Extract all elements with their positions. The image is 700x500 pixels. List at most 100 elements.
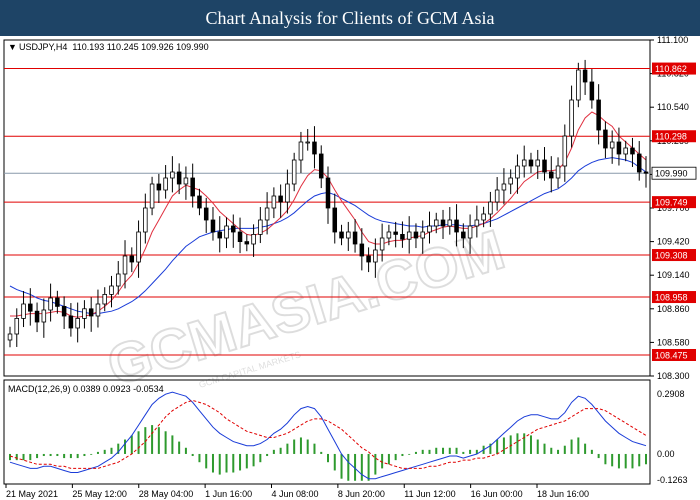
- macd-histogram-bar: [631, 453, 634, 469]
- candle-body: [136, 231, 141, 263]
- macd-histogram-bar: [218, 453, 221, 475]
- candle-body: [393, 231, 398, 235]
- candle-body: [41, 309, 47, 323]
- macd-histogram-bar: [252, 453, 255, 467]
- macd-histogram-bar: [9, 453, 11, 461]
- candle-body: [244, 241, 250, 245]
- macd-histogram-bar: [333, 453, 336, 471]
- macd-histogram-bar: [266, 453, 269, 457]
- macd-histogram-bar: [171, 435, 174, 454]
- macd-histogram-bar: [367, 453, 370, 481]
- candle-body: [68, 315, 74, 329]
- candle-body: [636, 153, 642, 173]
- candle-body: [454, 219, 459, 233]
- macd-histogram-bar: [401, 453, 404, 457]
- candle-body: [596, 99, 601, 131]
- candle-body: [285, 183, 290, 203]
- price-tick-label: 109.140: [657, 270, 690, 280]
- macd-histogram-bar: [164, 431, 167, 454]
- macd-histogram-bar: [124, 439, 127, 454]
- macd-histogram-bar: [550, 447, 553, 454]
- macd-histogram-bar: [49, 453, 52, 457]
- price-tick-label: 109.420: [657, 237, 690, 247]
- level-label: 108.958: [655, 293, 688, 303]
- macd-histogram-bar: [232, 453, 235, 473]
- candle-body: [474, 219, 480, 227]
- candle-body: [549, 171, 554, 179]
- candle-body: [386, 231, 392, 239]
- candle-body: [28, 303, 33, 312]
- candle-body: [176, 171, 182, 185]
- macd-histogram-bar: [557, 449, 560, 454]
- candle-body: [237, 231, 243, 242]
- macd-histogram-bar: [313, 443, 316, 454]
- macd-histogram-bar: [448, 447, 451, 454]
- macd-histogram-bar: [272, 449, 275, 454]
- candle-body: [102, 293, 107, 305]
- macd-histogram-bar: [96, 451, 99, 454]
- macd-histogram-bar: [83, 453, 86, 457]
- macd-tick-label: 0.2908: [657, 389, 685, 399]
- macd-histogram-bar: [22, 453, 25, 461]
- macd-histogram-bar: [340, 453, 343, 479]
- macd-histogram-bar: [306, 439, 309, 454]
- candle-body: [217, 231, 223, 239]
- candle-body: [488, 201, 493, 215]
- macd-histogram-bar: [469, 449, 472, 454]
- candle-body: [379, 237, 385, 251]
- candle-body: [190, 177, 195, 197]
- macd-histogram-bar: [347, 453, 350, 481]
- candle-body: [21, 303, 26, 319]
- candle-body: [542, 159, 547, 173]
- macd-histogram-bar: [435, 447, 438, 454]
- macd-histogram-bar: [638, 453, 641, 467]
- macd-histogram-bar: [29, 453, 32, 461]
- candle-body: [332, 207, 338, 233]
- macd-histogram-bar: [563, 445, 566, 454]
- macd-histogram-bar: [15, 453, 18, 461]
- level-label: 109.749: [655, 198, 688, 208]
- macd-histogram-bar: [428, 449, 431, 454]
- macd-histogram-bar: [387, 453, 390, 465]
- macd-histogram-bar: [137, 431, 140, 454]
- candle-body: [346, 231, 351, 239]
- candle-body: [170, 171, 175, 179]
- macd-histogram-bar: [421, 449, 424, 454]
- macd-histogram-bar: [56, 453, 59, 457]
- macd-histogram-bar: [516, 433, 519, 454]
- candle-body: [623, 147, 628, 155]
- candle-body: [251, 233, 256, 245]
- candle-body: [467, 225, 473, 239]
- candle-body: [366, 255, 371, 263]
- macd-histogram-bar: [293, 439, 296, 454]
- macd-histogram-bar: [205, 453, 208, 469]
- macd-histogram-bar: [320, 451, 323, 454]
- candle-body: [264, 207, 270, 221]
- candle-body: [447, 219, 453, 227]
- candle-body: [373, 249, 378, 263]
- macd-histogram-bar: [529, 435, 532, 454]
- macd-histogram-bar: [394, 453, 397, 461]
- candle-body: [461, 231, 466, 239]
- macd-histogram-bar: [239, 453, 242, 471]
- candle-body: [163, 177, 168, 191]
- price-tick-label: 108.580: [657, 337, 690, 347]
- macd-histogram-bar: [90, 453, 93, 455]
- level-label: 108.475: [655, 351, 688, 361]
- candle-body: [115, 273, 121, 287]
- candle-body: [210, 219, 216, 233]
- macd-histogram-bar: [103, 449, 106, 454]
- time-axis: 21 May 2021 25 May 12:00 28 May 04:00 1 Jun…: [5, 484, 589, 499]
- candle-body: [562, 135, 568, 167]
- candle-body: [156, 183, 162, 191]
- candle-body: [616, 141, 622, 155]
- macd-histogram-bar: [110, 447, 113, 454]
- macd-histogram-bar: [611, 453, 614, 467]
- candle-body: [129, 255, 135, 263]
- candle-body: [535, 159, 541, 167]
- time-tick-label: 1 Jun 16:00: [205, 489, 252, 499]
- candle-body: [569, 99, 574, 137]
- price-tick-label: 111.100: [657, 36, 688, 45]
- candle-body: [55, 297, 60, 307]
- macd-histogram-bar: [178, 441, 181, 454]
